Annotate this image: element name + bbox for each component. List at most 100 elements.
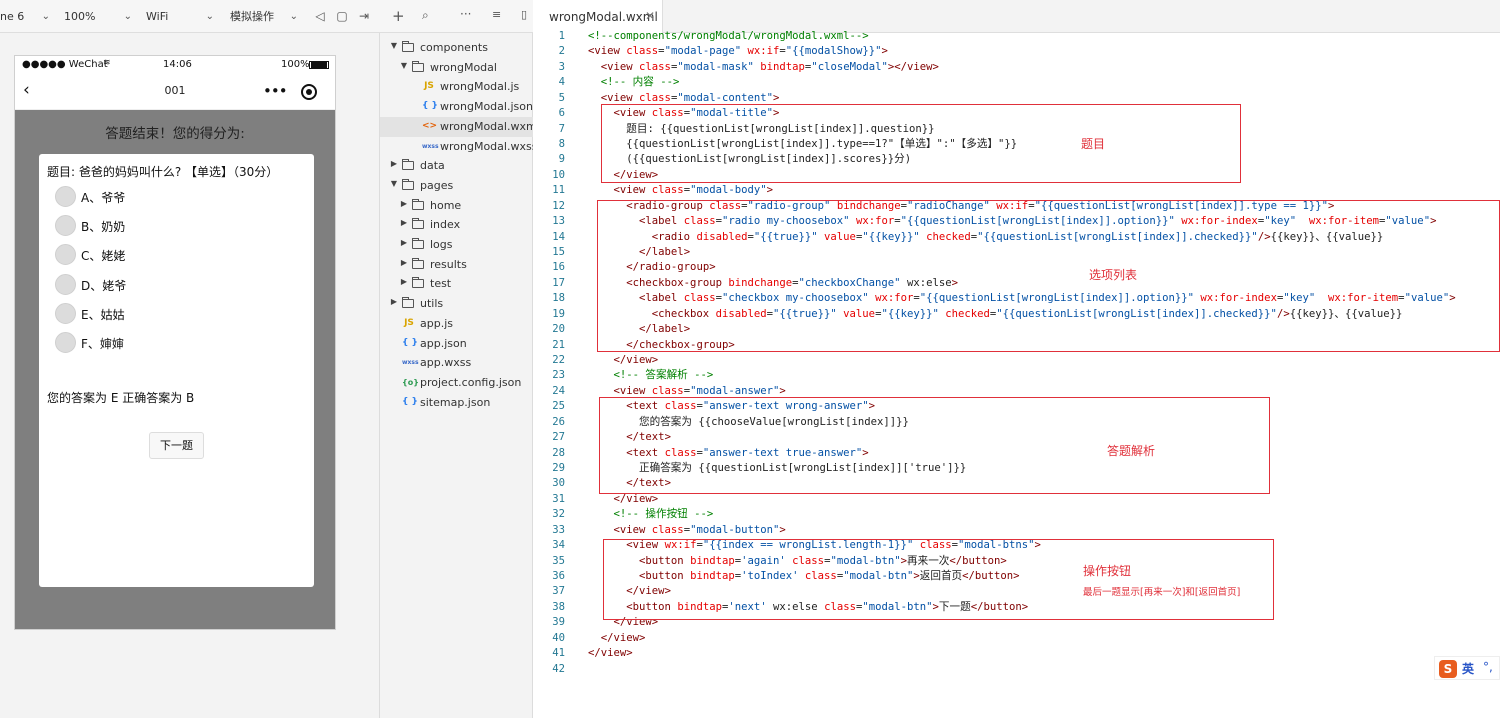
next-question-button[interactable]: 下一题 — [149, 432, 204, 459]
line-number: 12 — [552, 199, 565, 212]
caret-right-icon[interactable]: ▶ — [390, 297, 398, 306]
tree-item-app-wxss[interactable]: wxss app.wxss — [380, 353, 533, 373]
nav-bar: ‹ 001 ••• — [15, 74, 335, 110]
tree-item-pages[interactable]: ▼ pages — [380, 176, 533, 196]
zoom-select[interactable]: 100% ⌄ — [64, 8, 132, 25]
tree-item-logs[interactable]: ▶ logs — [380, 235, 533, 255]
tree-item-wrongmodal-js[interactable]: JS wrongModal.js — [380, 77, 533, 97]
tree-item-label: wrongModal.wxml — [440, 119, 540, 133]
tree-item-label: logs — [430, 238, 453, 251]
radio-icon[interactable] — [55, 244, 76, 265]
mode-select-value: 模拟操作 — [230, 10, 274, 23]
tree-item-app-js[interactable]: JS app.js — [380, 314, 533, 334]
tree-item-index[interactable]: ▶ index — [380, 215, 533, 235]
caret-right-icon[interactable]: ▶ — [400, 238, 408, 247]
folder-icon — [402, 297, 416, 310]
tree-item-home[interactable]: ▶ home — [380, 196, 533, 216]
folder-icon — [412, 198, 426, 212]
caret-down-icon[interactable]: ▼ — [390, 179, 398, 188]
answer-result: 您的答案为 E 正确答案为 B — [47, 391, 195, 405]
radio-icon[interactable] — [55, 274, 76, 295]
capsule-close-icon[interactable] — [301, 84, 317, 100]
code-line[interactable]: 41 </view> — [533, 646, 1500, 661]
radio-icon[interactable] — [55, 332, 76, 353]
code-line[interactable]: 42 — [533, 662, 1500, 677]
ime-punctuation: °, — [1483, 660, 1493, 674]
caret-right-icon[interactable]: ▶ — [400, 277, 408, 286]
line-number: 20 — [552, 323, 565, 336]
add-icon[interactable]: + — [392, 7, 405, 25]
radio-icon[interactable] — [55, 303, 76, 324]
line-number: 38 — [552, 600, 565, 613]
code-line[interactable]: 3 <view class="modal-mask" bindtap="clos… — [533, 60, 1500, 75]
line-number: 13 — [552, 215, 565, 228]
tab-label: wrongModal.wxml — [549, 10, 658, 24]
collapse-icon[interactable]: ≡ — [492, 8, 501, 21]
radio-icon[interactable] — [55, 186, 76, 207]
more-icon[interactable]: ··· — [460, 7, 471, 21]
device-select[interactable]: ne 6 ⌄ — [0, 8, 50, 25]
ime-language: 英 — [1462, 662, 1475, 676]
radio-icon[interactable] — [55, 215, 76, 236]
tree-item-label: utils — [420, 297, 444, 311]
tree-item-wrongmodal[interactable]: ▼ wrongModal — [380, 58, 533, 78]
tree-item-wrongmodal-wxss[interactable]: wxss wrongModal.wxss — [380, 137, 537, 157]
code-line[interactable]: 2 <view class="modal-page" wx:if="{{modal… — [533, 44, 1500, 59]
tree-item-label: components — [420, 41, 488, 54]
code-line[interactable]: 1 <!--components/wrongModal/wrongModal.wx… — [533, 29, 1500, 44]
line-number: 29 — [552, 462, 565, 475]
tree-item-utils[interactable]: ▶ utils — [380, 294, 533, 314]
tree-item-app-json[interactable]: { } app.json — [380, 334, 533, 354]
search-icon[interactable]: ⌕ — [422, 8, 429, 23]
line-number: 17 — [552, 276, 565, 289]
tree-item-project-config-json[interactable]: {o} project.config.json — [380, 373, 533, 393]
annotation-box-answer — [599, 397, 1270, 494]
tree-item-components[interactable]: ▼ components — [380, 38, 533, 58]
ime-indicator[interactable]: S 英 °, — [1434, 656, 1500, 680]
code-line[interactable]: 31 </view> — [533, 492, 1500, 507]
line-number: 16 — [552, 261, 565, 274]
caret-right-icon[interactable]: ▶ — [390, 159, 398, 168]
tree-item-test[interactable]: ▶ test — [380, 274, 533, 294]
mode-select[interactable]: 模拟操作 ⌄ — [230, 8, 298, 25]
code-line[interactable]: 22 </view> — [533, 353, 1500, 368]
caret-right-icon[interactable]: ▶ — [400, 199, 408, 208]
tree-item-sitemap-json[interactable]: { } sitemap.json — [380, 393, 533, 413]
mute-icon[interactable]: ◁ — [312, 7, 328, 25]
code-text: <!-- 答案解析 --> — [588, 369, 714, 382]
line-number: 8 — [558, 138, 565, 150]
wxss-file-icon: wxss — [422, 142, 439, 150]
network-select[interactable]: WiFi ⌄ — [146, 8, 214, 25]
chevron-down-icon: ⌄ — [123, 11, 132, 22]
line-number: 31 — [552, 492, 565, 505]
tree-item-wrongmodal-json[interactable]: { } wrongModal.json — [380, 97, 533, 117]
file-explorer: + ⌕ ··· ≡ ▯ ▼ components ▼ wrongModal JS wron… — [380, 0, 540, 718]
tree-item-data[interactable]: ▶ data — [380, 156, 533, 176]
tree-item-label: wrongModal — [430, 60, 497, 74]
line-number: 19 — [552, 307, 565, 320]
tree-item-wrongmodal-wxml[interactable]: <> wrongModal.wxml — [380, 116, 540, 137]
line-number: 18 — [552, 292, 565, 305]
code-line[interactable]: 33 <view class="modal-button"> — [533, 523, 1500, 538]
window-icon[interactable]: ▢ — [334, 7, 350, 25]
split-icon[interactable]: ▯ — [521, 8, 527, 21]
code-line[interactable]: 11 <view class="modal-body"> — [533, 183, 1500, 198]
line-number: 30 — [552, 477, 565, 490]
line-number: 36 — [552, 570, 565, 583]
code-line[interactable]: 40 </view> — [533, 631, 1500, 646]
tree-item-label: results — [430, 257, 467, 271]
js-file-icon: JS — [404, 317, 414, 328]
code-line[interactable]: 23 <!-- 答案解析 --> — [533, 368, 1500, 383]
caret-right-icon[interactable]: ▶ — [400, 258, 408, 267]
caret-down-icon[interactable]: ▼ — [400, 61, 408, 70]
close-icon[interactable]: ✕ — [645, 9, 655, 23]
tree-item-results[interactable]: ▶ results — [380, 255, 533, 275]
code-line[interactable]: 32 <!-- 操作按钮 --> — [533, 507, 1500, 522]
code-line[interactable]: 4 <!-- 内容 --> — [533, 75, 1500, 90]
caret-right-icon[interactable]: ▶ — [400, 218, 408, 227]
caret-down-icon[interactable]: ▼ — [390, 41, 398, 50]
detach-icon[interactable]: ⇥ — [356, 7, 372, 25]
option-label: D、姥爷 — [81, 279, 127, 293]
folder-icon — [412, 257, 426, 271]
more-dots-icon[interactable]: ••• — [263, 82, 288, 100]
